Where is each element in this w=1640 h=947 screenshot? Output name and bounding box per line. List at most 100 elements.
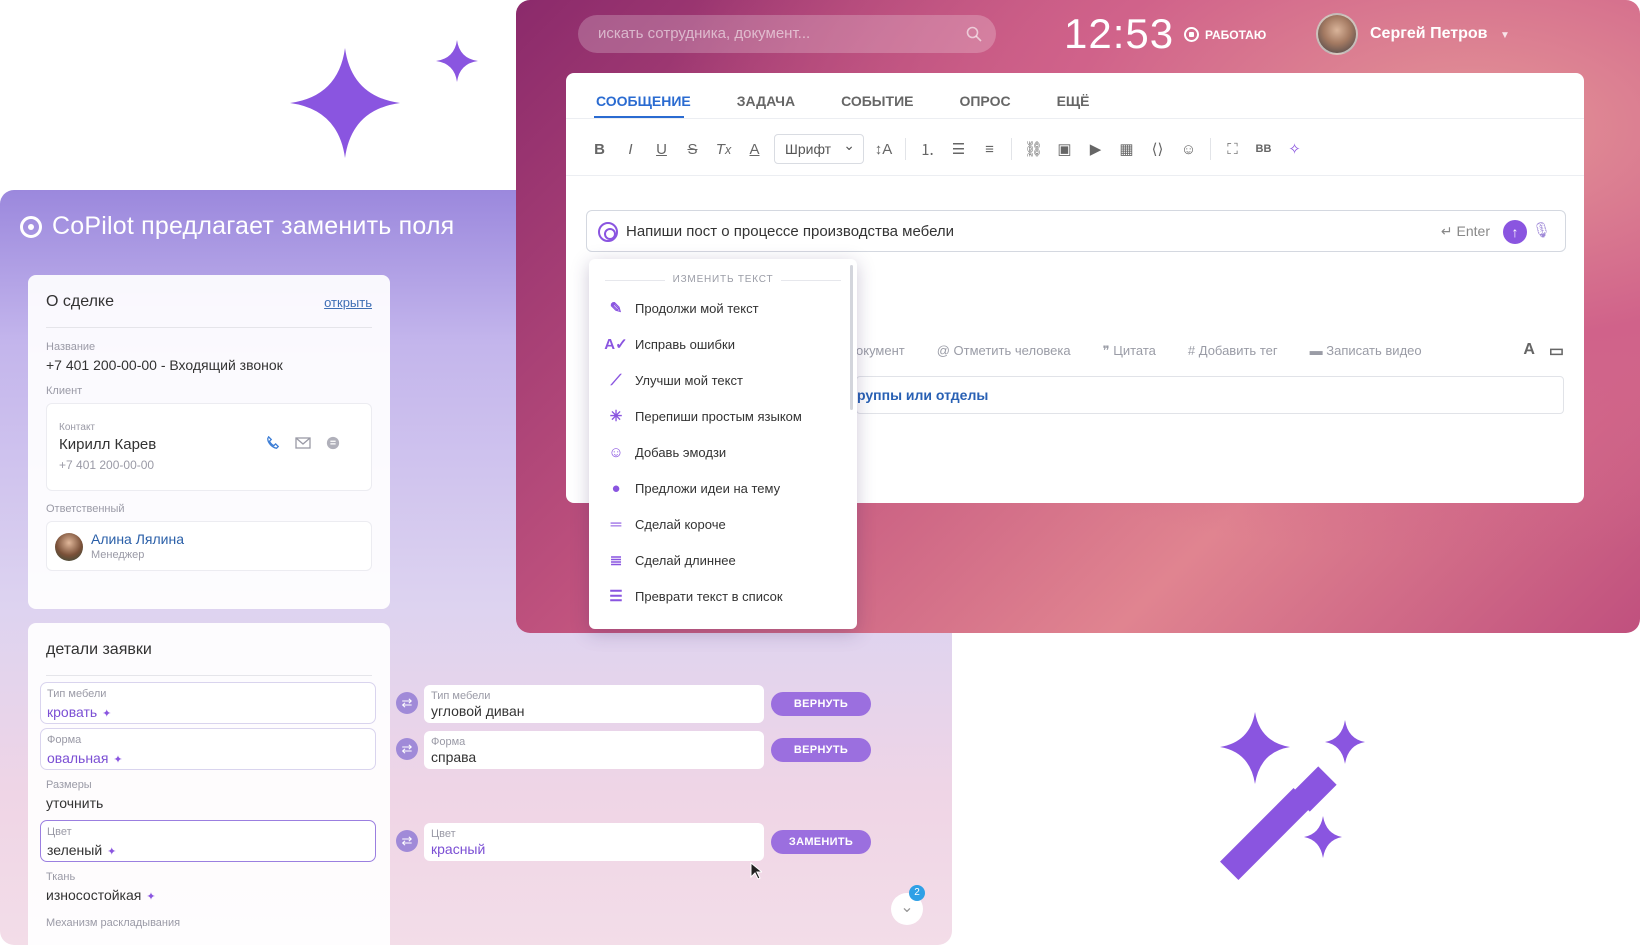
editor-actions: окумент @ Отметить человека ❞ Цитата # Д… xyxy=(856,343,1422,359)
send-button[interactable]: ↑ xyxy=(1503,220,1527,244)
menu-item-improve[interactable]: ⟋ Улучши мой текст xyxy=(605,367,743,393)
swap-icon[interactable]: ⇄ xyxy=(396,692,418,714)
divider xyxy=(566,175,1584,176)
tag-action[interactable]: # Добавить тег xyxy=(1188,343,1278,359)
copilot-prompt-input[interactable]: Напиши пост о процессе производства мебе… xyxy=(586,210,1566,252)
table-icon[interactable]: ▦ xyxy=(1111,140,1142,158)
bbcode-icon[interactable]: BB xyxy=(1248,143,1279,155)
field-size[interactable]: Размеры уточнить xyxy=(40,774,376,816)
search-input[interactable]: искать сотрудника, документ... xyxy=(578,15,996,53)
chevron-down-icon[interactable]: ▼ xyxy=(1500,30,1510,41)
menu-item-longer[interactable]: ≣ Сделай длиннее xyxy=(605,547,736,573)
copilot-title-text: CoPilot предлагает заменить поля xyxy=(52,212,455,240)
video-record-action[interactable]: ▬ Записать видео xyxy=(1310,343,1422,359)
formatting-toolbar: B I U S Tx A Шрифт ↕A ⒈ ☰ ≡ ⛓ ▣ ▶ ▦ ⟨⟩ ☺… xyxy=(584,133,1310,165)
font-select[interactable]: Шрифт xyxy=(774,134,864,164)
cursor-icon xyxy=(750,862,762,880)
revert-button[interactable]: ВЕРНУТЬ xyxy=(771,692,871,716)
numbered-list-icon[interactable]: ⒈ xyxy=(912,139,943,160)
strikethrough-icon[interactable]: S xyxy=(677,141,708,158)
card-icon[interactable]: ▭ xyxy=(1549,341,1564,361)
copilot-logo-icon xyxy=(20,215,42,238)
quote-action[interactable]: ❞ Цитата xyxy=(1103,343,1156,359)
menu-item-to-list[interactable]: ☰ Преврати текст в список xyxy=(605,583,782,609)
menu-item-emoji[interactable]: ☺ Добавь эмодзи xyxy=(605,439,726,465)
swap-icon[interactable]: ⇄ xyxy=(396,738,418,760)
field-label: Механизм раскладывания xyxy=(46,917,181,929)
enter-hint: ↵ Enter xyxy=(1440,223,1490,239)
search-icon[interactable] xyxy=(966,26,982,42)
chat-icon[interactable] xyxy=(325,436,341,450)
contact-box[interactable]: Контакт Кирилл Карев +7 401 200-00-00 xyxy=(46,403,372,491)
menu-item-fix-errors[interactable]: A✓ Исправь ошибки xyxy=(604,331,735,357)
video-icon[interactable]: ▶ xyxy=(1080,140,1111,158)
user-avatar[interactable] xyxy=(1316,13,1358,55)
revert-button[interactable]: ВЕРНУТЬ xyxy=(771,738,871,762)
field-label: Форма xyxy=(47,734,82,746)
copilot-actions-menu: ИЗМЕНИТЬ ТЕКСТ ✎ Продолжи мой текст A✓ Исп… xyxy=(589,259,857,629)
text-format-icon[interactable]: A xyxy=(1523,341,1535,361)
user-name[interactable]: Сергей Петров xyxy=(1370,25,1487,43)
work-status-button[interactable]: РАБОТАЮ xyxy=(1184,27,1266,42)
code-icon[interactable]: ⟨⟩ xyxy=(1142,140,1173,158)
menu-item-ideas[interactable]: ● Предложи идеи на тему xyxy=(605,475,780,501)
document-action[interactable]: окумент xyxy=(856,343,905,359)
field-mechanism[interactable]: Механизм раскладывания xyxy=(40,912,376,945)
sparkle-small-icon xyxy=(436,40,478,82)
contact-name[interactable]: Кирилл Карев xyxy=(59,436,156,453)
tab-message[interactable]: СООБЩЕНИЕ xyxy=(596,93,691,109)
emoji-icon[interactable]: ☺ xyxy=(1173,141,1204,158)
field-value-text: уточнить xyxy=(46,795,104,811)
recipients-text: руппы или отделы xyxy=(857,387,989,403)
ai-image-icon[interactable]: ✧ xyxy=(1279,140,1310,158)
field-shape[interactable]: Форма овальная ✦ xyxy=(40,728,376,770)
tab-more[interactable]: ЕЩЁ xyxy=(1057,93,1090,109)
align-icon[interactable]: ≡ xyxy=(974,141,1005,158)
responsible-box[interactable]: Алина Лялина Менеджер xyxy=(46,521,372,571)
scrollbar[interactable] xyxy=(850,265,853,410)
phone-icon[interactable] xyxy=(265,436,281,450)
bulleted-list-icon[interactable]: ☰ xyxy=(943,140,974,158)
copilot-title: CoPilot предлагает заменить поля xyxy=(20,212,454,241)
deal-name-label: Название xyxy=(46,341,96,353)
field-fabric[interactable]: Ткань износостойкая ✦ xyxy=(40,866,376,908)
tab-poll[interactable]: ОПРОС xyxy=(959,93,1010,109)
suggestion-value: справа xyxy=(431,749,477,765)
deal-card: О сделке открыть Название +7 401 200-00-… xyxy=(28,275,390,609)
mail-icon[interactable] xyxy=(295,436,311,450)
tab-event[interactable]: СОБЫТИЕ xyxy=(841,93,913,109)
swap-icon[interactable]: ⇄ xyxy=(396,830,418,852)
copilot-logo-icon xyxy=(598,222,618,242)
microphone-icon[interactable]: 🎙︎ xyxy=(1532,221,1551,239)
link-icon[interactable]: ⛓ xyxy=(1018,140,1049,158)
tab-task[interactable]: ЗАДАЧА xyxy=(737,93,795,109)
text-color-icon[interactable]: A xyxy=(739,141,770,158)
menu-item-label: Предложи идеи на тему xyxy=(635,480,781,496)
menu-item-label: Добавь эмодзи xyxy=(635,444,727,460)
italic-icon[interactable]: I xyxy=(615,141,646,158)
bold-icon[interactable]: B xyxy=(584,141,615,158)
field-color[interactable]: Цвет зеленый ✦ xyxy=(40,820,376,862)
image-icon[interactable]: ▣ xyxy=(1049,140,1080,158)
field-label: Цвет xyxy=(47,826,72,838)
client-label: Клиент xyxy=(46,385,83,397)
divider xyxy=(46,327,372,328)
contact-phone: +7 401 200-00-00 xyxy=(59,458,155,472)
field-value: овальная ✦ xyxy=(47,750,123,766)
magic-wand-illustration-icon xyxy=(1220,712,1365,880)
field-furniture-type[interactable]: Тип мебели кровать ✦ xyxy=(40,682,376,724)
fullscreen-icon[interactable]: ⛶ xyxy=(1217,141,1248,158)
recipients-field[interactable]: руппы или отделы xyxy=(856,376,1564,414)
underline-icon[interactable]: U xyxy=(646,141,677,158)
mention-action[interactable]: @ Отметить человека xyxy=(937,343,1071,359)
menu-item-simplify[interactable]: ✳ Перепиши простым языком xyxy=(605,403,802,429)
menu-item-continue[interactable]: ✎ Продолжи мой текст xyxy=(605,295,759,321)
pen-line-icon: ✎ xyxy=(609,300,623,317)
menu-item-shorter[interactable]: ═ Сделай короче xyxy=(605,511,726,537)
deal-open-link[interactable]: открыть xyxy=(324,295,372,310)
font-size-icon[interactable]: ↕A xyxy=(868,141,899,158)
avatar xyxy=(55,533,83,561)
responsible-name[interactable]: Алина Лялина xyxy=(91,531,184,547)
replace-button[interactable]: ЗАМЕНИТЬ xyxy=(771,830,871,854)
clear-format-icon[interactable]: Tx xyxy=(708,141,739,158)
